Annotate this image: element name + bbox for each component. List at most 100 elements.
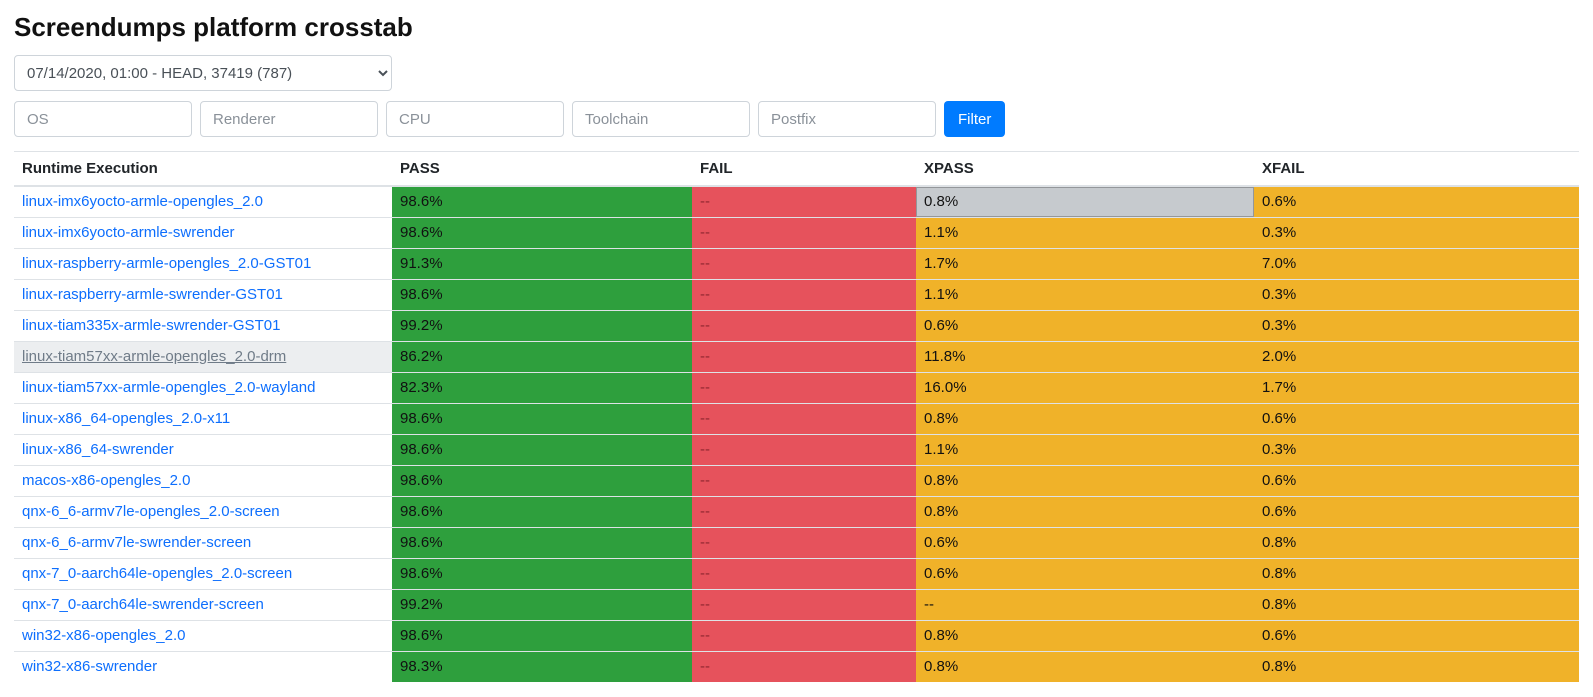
xpass-cell[interactable]: 1.1% [916,434,1254,465]
runtime-link[interactable]: linux-tiam57xx-armle-opengles_2.0-drm [22,348,286,365]
xfail-cell[interactable]: 0.8% [1254,527,1579,558]
pass-cell[interactable]: 98.6% [392,217,692,248]
fail-cell[interactable]: -- [692,558,916,589]
xfail-cell[interactable]: 0.6% [1254,465,1579,496]
fail-cell[interactable]: -- [692,372,916,403]
runtime-link[interactable]: qnx-6_6-armv7le-opengles_2.0-screen [22,503,280,520]
filter-row: Filter [14,101,1579,137]
xpass-cell[interactable]: 0.6% [916,310,1254,341]
xfail-cell[interactable]: 0.6% [1254,496,1579,527]
pass-cell[interactable]: 98.6% [392,434,692,465]
os-filter-input[interactable] [14,101,192,137]
fail-cell[interactable]: -- [692,341,916,372]
col-xpass: XPASS [916,152,1254,187]
runtime-link[interactable]: linux-x86_64-swrender [22,441,174,458]
runtime-name-cell: win32-x86-opengles_2.0 [14,620,392,651]
xfail-cell[interactable]: 0.3% [1254,434,1579,465]
runtime-link[interactable]: win32-x86-swrender [22,658,157,675]
runtime-link[interactable]: linux-raspberry-armle-swrender-GST01 [22,286,283,303]
fail-cell[interactable]: -- [692,434,916,465]
runtime-link[interactable]: linux-x86_64-opengles_2.0-x11 [22,410,230,427]
pass-cell[interactable]: 86.2% [392,341,692,372]
runtime-link[interactable]: linux-imx6yocto-armle-swrender [22,224,235,241]
pass-cell[interactable]: 98.6% [392,527,692,558]
runtime-link[interactable]: qnx-7_0-aarch64le-swrender-screen [22,596,264,613]
xfail-cell[interactable]: 0.6% [1254,403,1579,434]
cpu-filter-input[interactable] [386,101,564,137]
pass-cell[interactable]: 98.3% [392,651,692,682]
xpass-cell[interactable]: 16.0% [916,372,1254,403]
pass-cell[interactable]: 91.3% [392,248,692,279]
xpass-cell[interactable]: 1.1% [916,279,1254,310]
runtime-link[interactable]: macos-x86-opengles_2.0 [22,472,190,489]
fail-cell[interactable]: -- [692,248,916,279]
xpass-cell[interactable]: 0.8% [916,496,1254,527]
runtime-name-cell: linux-imx6yocto-armle-swrender [14,217,392,248]
table-row: linux-imx6yocto-armle-opengles_2.0 98.6%-… [14,186,1579,217]
xfail-cell[interactable]: 0.3% [1254,279,1579,310]
xfail-cell[interactable]: 7.0% [1254,248,1579,279]
pass-cell[interactable]: 98.6% [392,620,692,651]
xpass-cell[interactable]: 0.6% [916,527,1254,558]
xpass-cell[interactable]: 0.8% [916,620,1254,651]
xpass-cell[interactable]: 11.8% [916,341,1254,372]
toolchain-filter-input[interactable] [572,101,750,137]
fail-cell[interactable]: -- [692,465,916,496]
pass-cell[interactable]: 98.6% [392,496,692,527]
runtime-name-cell: qnx-6_6-armv7le-opengles_2.0-screen [14,496,392,527]
xfail-cell[interactable]: 0.3% [1254,217,1579,248]
page-title: Screendumps platform crosstab [14,12,1579,43]
filter-button[interactable]: Filter [944,101,1005,137]
fail-cell[interactable]: -- [692,217,916,248]
fail-cell[interactable]: -- [692,589,916,620]
runtime-link[interactable]: qnx-7_0-aarch64le-opengles_2.0-screen [22,565,292,582]
fail-cell[interactable]: -- [692,279,916,310]
fail-cell[interactable]: -- [692,651,916,682]
xpass-cell[interactable]: 0.6% [916,558,1254,589]
pass-cell[interactable]: 98.6% [392,403,692,434]
fail-cell[interactable]: -- [692,310,916,341]
table-row: linux-tiam335x-armle-swrender-GST01 99.2%… [14,310,1579,341]
xpass-cell[interactable]: -- [916,589,1254,620]
renderer-filter-input[interactable] [200,101,378,137]
xpass-cell[interactable]: 0.8% [916,465,1254,496]
runtime-link[interactable]: linux-imx6yocto-armle-opengles_2.0 [22,193,263,210]
pass-cell[interactable]: 99.2% [392,589,692,620]
xfail-cell[interactable]: 1.7% [1254,372,1579,403]
runtime-name-cell: linux-tiam57xx-armle-opengles_2.0-drm [14,341,392,372]
fail-cell[interactable]: -- [692,496,916,527]
xpass-cell[interactable]: 0.8% [916,403,1254,434]
fail-cell[interactable]: -- [692,186,916,217]
fail-cell[interactable]: -- [692,403,916,434]
runtime-link[interactable]: linux-tiam335x-armle-swrender-GST01 [22,317,280,334]
col-xfail: XFAIL [1254,152,1579,187]
pass-cell[interactable]: 99.2% [392,310,692,341]
xfail-cell[interactable]: 0.6% [1254,186,1579,217]
xfail-cell[interactable]: 0.8% [1254,589,1579,620]
postfix-filter-input[interactable] [758,101,936,137]
pass-cell[interactable]: 82.3% [392,372,692,403]
xpass-cell[interactable]: 1.1% [916,217,1254,248]
xfail-cell[interactable]: 0.6% [1254,620,1579,651]
xfail-cell[interactable]: 0.8% [1254,558,1579,589]
xpass-cell[interactable]: 0.8% [916,651,1254,682]
xfail-cell[interactable]: 2.0% [1254,341,1579,372]
fail-cell[interactable]: -- [692,620,916,651]
pass-cell[interactable]: 98.6% [392,558,692,589]
runtime-name-cell: macos-x86-opengles_2.0 [14,465,392,496]
xfail-cell[interactable]: 0.3% [1254,310,1579,341]
xpass-cell[interactable]: 0.8% [916,186,1254,217]
pass-cell[interactable]: 98.6% [392,465,692,496]
pass-cell[interactable]: 98.6% [392,279,692,310]
pass-cell[interactable]: 98.6% [392,186,692,217]
runtime-name-cell: linux-tiam335x-armle-swrender-GST01 [14,310,392,341]
build-select[interactable]: 07/14/2020, 01:00 - HEAD, 37419 (787) [14,55,392,91]
fail-cell[interactable]: -- [692,527,916,558]
table-row: win32-x86-swrender98.3%--0.8%0.8% [14,651,1579,682]
runtime-link[interactable]: qnx-6_6-armv7le-swrender-screen [22,534,251,551]
xpass-cell[interactable]: 1.7% [916,248,1254,279]
xfail-cell[interactable]: 0.8% [1254,651,1579,682]
runtime-link[interactable]: linux-raspberry-armle-opengles_2.0-GST01 [22,255,311,272]
runtime-link[interactable]: win32-x86-opengles_2.0 [22,627,185,644]
runtime-link[interactable]: linux-tiam57xx-armle-opengles_2.0-waylan… [22,379,315,396]
